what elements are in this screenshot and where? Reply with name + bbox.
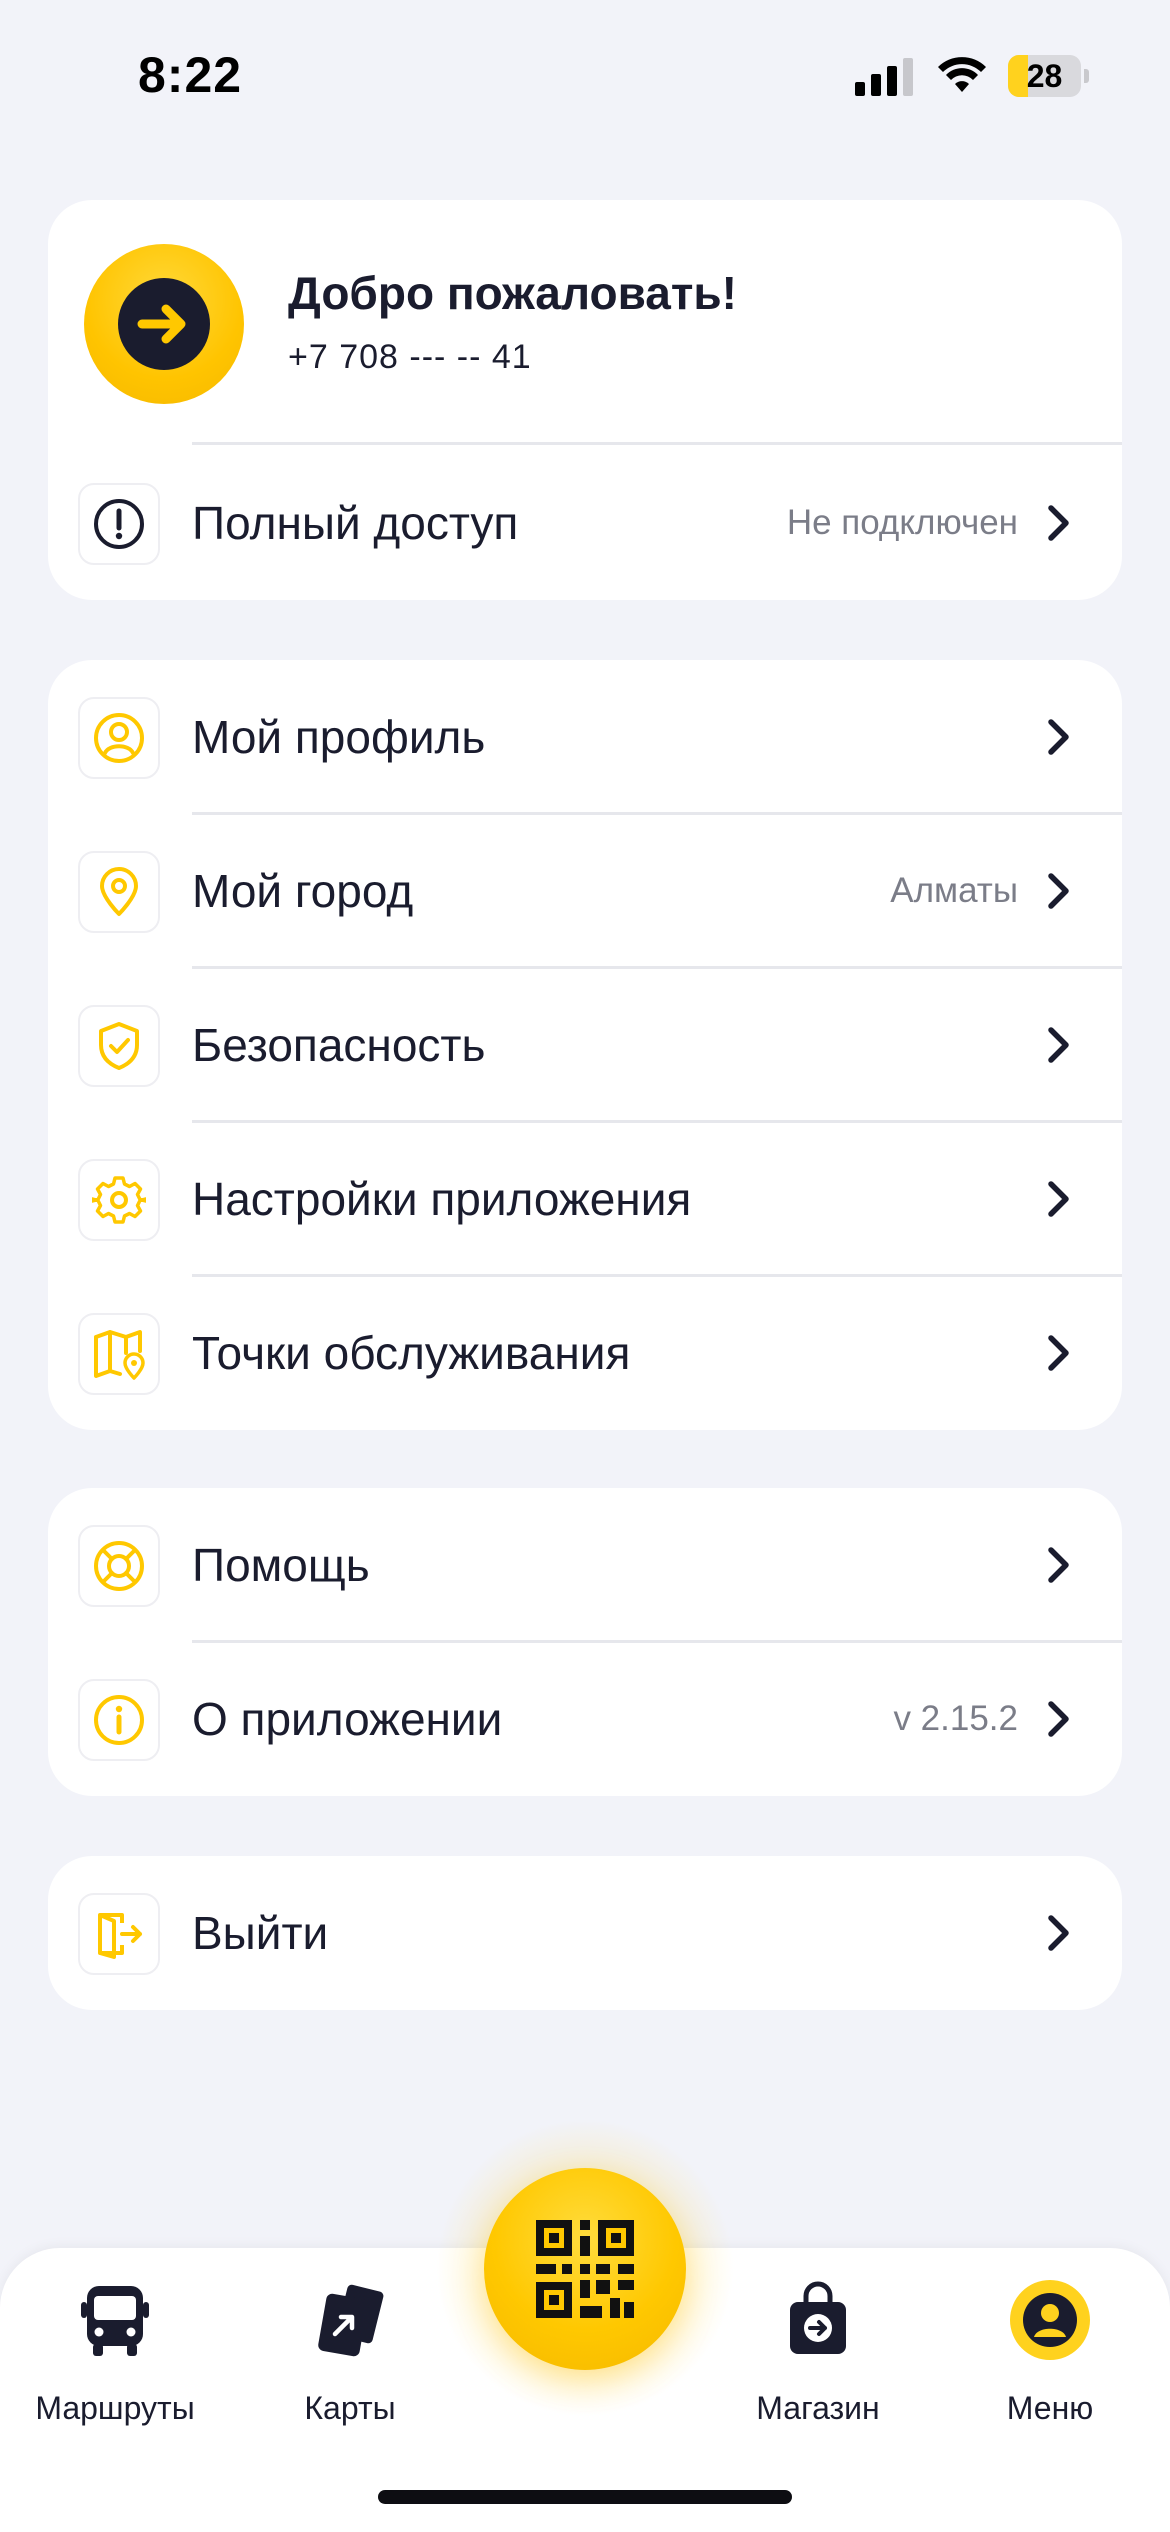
row-label: О приложении	[192, 1693, 503, 1745]
row-icon-box	[78, 1313, 160, 1395]
cellular-signal-icon	[855, 58, 913, 96]
chevron-right-icon	[1048, 1701, 1069, 1737]
nav-label: Карты	[304, 2390, 396, 2426]
row-icon-box	[78, 1679, 160, 1761]
chevron-right-icon	[1048, 1547, 1069, 1583]
alert-circle-icon	[94, 499, 144, 549]
row-label: Выйти	[192, 1907, 329, 1959]
chevron-right-icon	[1048, 505, 1069, 541]
menu-row-about[interactable]: О приложении v 2.15.2	[48, 1642, 1122, 1796]
row-label: Мой профиль	[192, 711, 486, 763]
row-value: Не подключен	[786, 503, 1018, 542]
welcome-title: Добро пожаловать!	[288, 267, 737, 319]
row-icon-box	[78, 1893, 160, 1975]
home-indicator	[378, 2490, 792, 2504]
user-circle-icon	[94, 713, 144, 763]
qr-scan-button[interactable]	[484, 2168, 686, 2370]
nav-item-routes[interactable]: Маршруты	[0, 2280, 235, 2430]
row-value: Алматы	[890, 871, 1018, 910]
row-icon-box	[78, 1525, 160, 1607]
phone-number: +7 708 --- -- 41	[288, 338, 532, 376]
info-circle-icon	[94, 1695, 144, 1745]
map-pin-icon	[100, 867, 138, 916]
row-label: Полный доступ	[192, 497, 519, 549]
menu-row-logout[interactable]: Выйти	[48, 1856, 1122, 2010]
row-icon-box	[78, 1005, 160, 1087]
row-label: Безопасность	[192, 1019, 486, 1071]
arrow-right-circle-icon	[118, 278, 210, 370]
cards-icon	[318, 2281, 387, 2357]
menu-row-city[interactable]: Мой город Алматы	[48, 814, 1122, 968]
nav-label: Меню	[1006, 2390, 1094, 2426]
battery-indicator: 28	[1008, 55, 1089, 97]
menu-row-help[interactable]: Помощь	[48, 1488, 1122, 1642]
menu-row-app-settings[interactable]: Настройки приложения	[48, 1122, 1122, 1276]
nav-item-cards[interactable]: Карты	[230, 2280, 470, 2430]
menu-row-security[interactable]: Безопасность	[48, 968, 1122, 1122]
nav-item-shop[interactable]: Магазин	[698, 2280, 938, 2430]
status-time: 8:22	[138, 47, 243, 103]
chevron-right-icon	[1048, 1181, 1069, 1217]
status-bar: 8:22 28	[0, 0, 1170, 150]
map-location-icon	[94, 1330, 145, 1380]
chevron-right-icon	[1048, 873, 1069, 909]
wifi-icon	[938, 57, 986, 92]
chevron-right-icon	[1048, 1027, 1069, 1063]
chevron-right-icon	[1048, 719, 1069, 755]
logout-icon	[98, 1913, 142, 1959]
lifebuoy-icon	[94, 1541, 144, 1591]
nav-item-menu[interactable]: Меню	[930, 2280, 1170, 2430]
menu-row-service-points[interactable]: Точки обслуживания	[48, 1276, 1122, 1430]
bus-icon	[81, 2286, 149, 2356]
divider	[192, 442, 1122, 445]
nav-label: Маршруты	[35, 2390, 195, 2426]
row-icon-box	[78, 851, 160, 933]
battery-level: 28	[1026, 58, 1063, 94]
row-icon-box	[78, 697, 160, 779]
welcome-card: Добро пожаловать! +7 708 --- -- 41 Полны…	[48, 200, 1122, 600]
login-avatar[interactable]	[84, 244, 244, 404]
menu-active-indicator	[1010, 2280, 1090, 2360]
row-label: Помощь	[192, 1539, 370, 1591]
app-version: v 2.15.2	[893, 1699, 1018, 1738]
gear-icon	[92, 1176, 146, 1224]
help-menu-card: Помощь О приложении v 2.15.2	[48, 1488, 1122, 1796]
main-menu-card: Мой профиль Мой город Алматы Безопасност…	[48, 660, 1122, 1430]
row-icon-box	[78, 1159, 160, 1241]
shopping-bag-icon	[790, 2281, 846, 2354]
user-circle-icon	[1023, 2293, 1077, 2347]
exit-card: Выйти	[48, 1856, 1122, 2010]
row-label: Настройки приложения	[192, 1173, 692, 1225]
qr-code-icon	[536, 2220, 634, 2318]
menu-row-full-access[interactable]: Полный доступ Не подключен	[48, 446, 1122, 600]
chevron-right-icon	[1048, 1915, 1069, 1951]
row-icon-box	[78, 483, 160, 565]
chevron-right-icon	[1048, 1335, 1069, 1371]
menu-row-profile[interactable]: Мой профиль	[48, 660, 1122, 814]
nav-label: Магазин	[756, 2390, 880, 2426]
shield-check-icon	[99, 1022, 139, 1070]
row-label: Точки обслуживания	[192, 1327, 631, 1379]
row-label: Мой город	[192, 865, 414, 917]
